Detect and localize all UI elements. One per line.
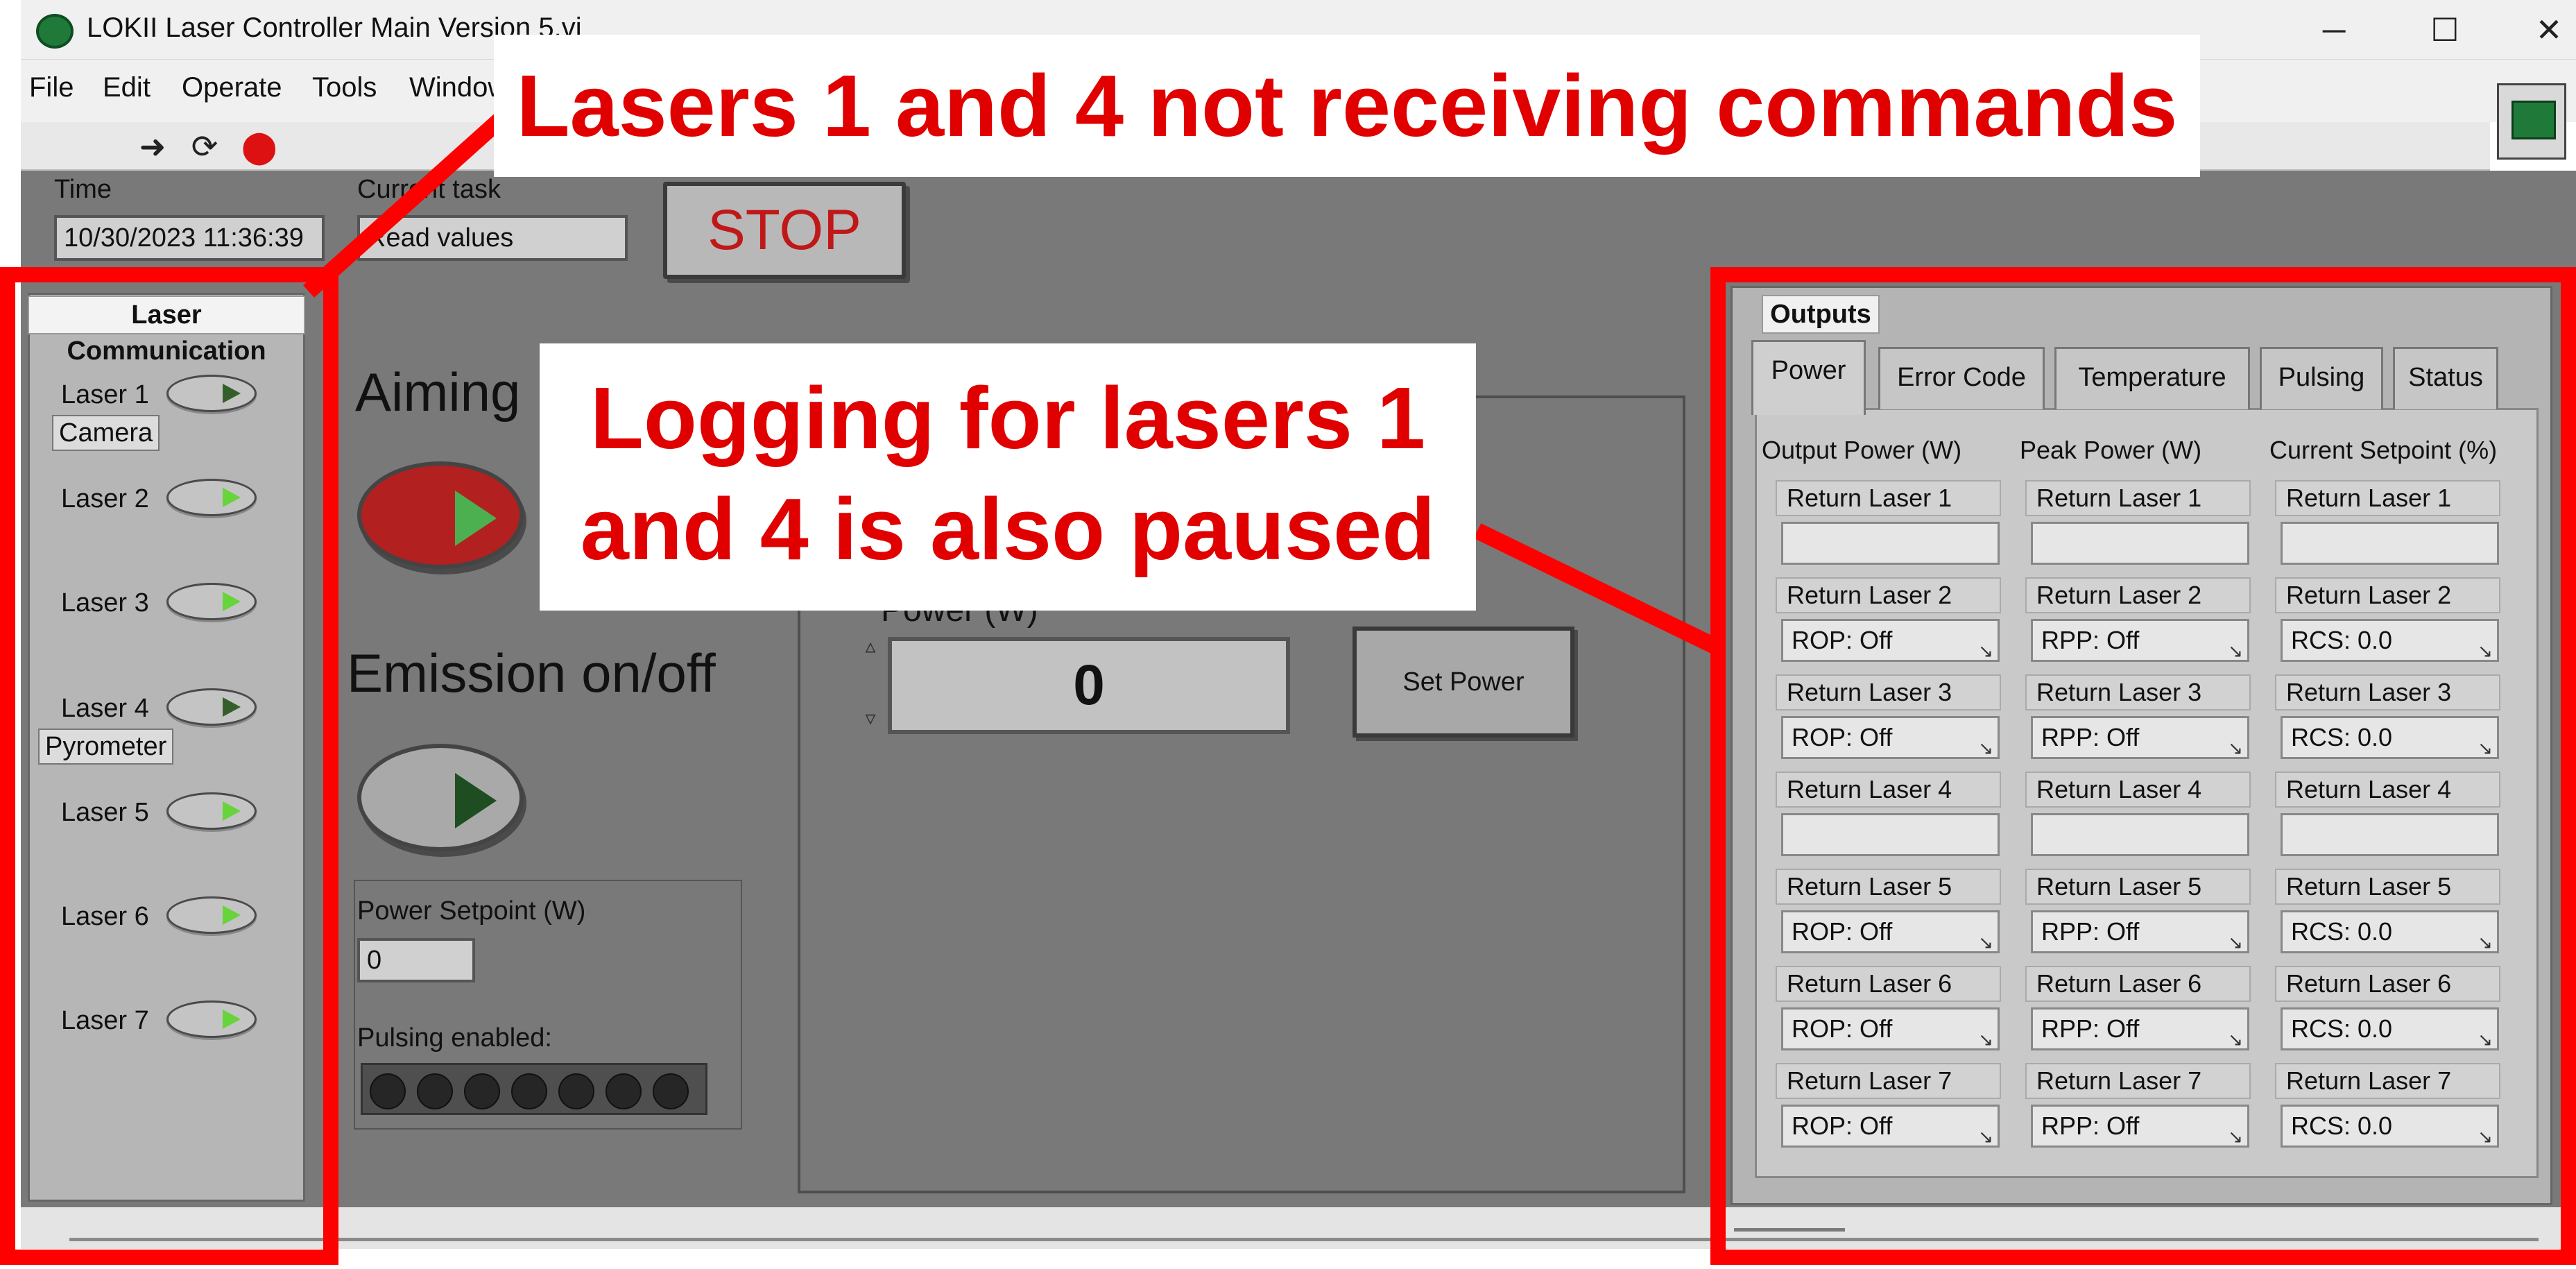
power-setpoint-label: Power Setpoint (W) [357, 896, 586, 926]
annotation-top-callout: Lasers 1 and 4 not receiving commands [494, 35, 2200, 177]
time-field: 10/30/2023 11:36:39 [54, 215, 325, 261]
power-setpoint-field: 0 [357, 938, 475, 982]
pulse-led [370, 1073, 406, 1109]
annotation-box-outputs [1710, 267, 2576, 1265]
current-task-field: Read values [357, 215, 628, 261]
aiming-label: Aiming [355, 361, 521, 423]
annotation-box-laser-communication [0, 267, 338, 1265]
menu-window[interactable]: Window [409, 72, 508, 103]
set-power-button[interactable]: Set Power [1353, 627, 1574, 738]
annotation-middle-line-1: Logging for lasers 1 [590, 369, 1426, 467]
pulsing-indicator-strip [361, 1063, 707, 1115]
run-arrow-icon[interactable]: ➜ [135, 129, 170, 164]
menu-operate[interactable]: Operate [182, 72, 282, 103]
current-task-label: Current task [357, 175, 501, 204]
time-label: Time [54, 175, 112, 204]
spin-down-icon[interactable]: ▿ [860, 705, 881, 733]
pulse-led [464, 1073, 500, 1109]
menu-edit[interactable]: Edit [103, 72, 151, 103]
pulse-led [606, 1073, 642, 1109]
aiming-toggle[interactable] [357, 461, 524, 569]
pulse-led [653, 1073, 689, 1109]
close-button[interactable]: ✕ [2518, 7, 2576, 53]
power-input[interactable]: 0 [888, 637, 1290, 734]
menu-tools[interactable]: Tools [312, 72, 377, 103]
annotation-middle-line-2: and 4 is also paused [580, 480, 1436, 578]
app-icon [36, 14, 74, 49]
spin-up-icon[interactable]: ▵ [860, 633, 881, 661]
emission-toggle[interactable] [357, 744, 524, 851]
pulse-led [558, 1073, 594, 1109]
minimize-button[interactable]: ─ [2303, 7, 2365, 53]
stop-button[interactable]: STOP [663, 182, 906, 279]
abort-icon[interactable]: ⬤ [241, 129, 277, 164]
annotation-middle-callout: Logging for lasers 1 and 4 is also pause… [540, 343, 1476, 611]
run-continuously-icon[interactable]: ⟳ [187, 129, 222, 164]
pulse-led [417, 1073, 453, 1109]
pulse-led [511, 1073, 547, 1109]
menu-file[interactable]: File [29, 72, 74, 103]
pulsing-enabled-label: Pulsing enabled: [357, 1023, 552, 1053]
emission-label: Emission on/off [347, 642, 716, 704]
vi-icon [2497, 83, 2566, 160]
screenshot: LOKII Laser Controller Main Version 5.vi… [0, 0, 2576, 1269]
maximize-button[interactable]: ☐ [2414, 7, 2476, 53]
